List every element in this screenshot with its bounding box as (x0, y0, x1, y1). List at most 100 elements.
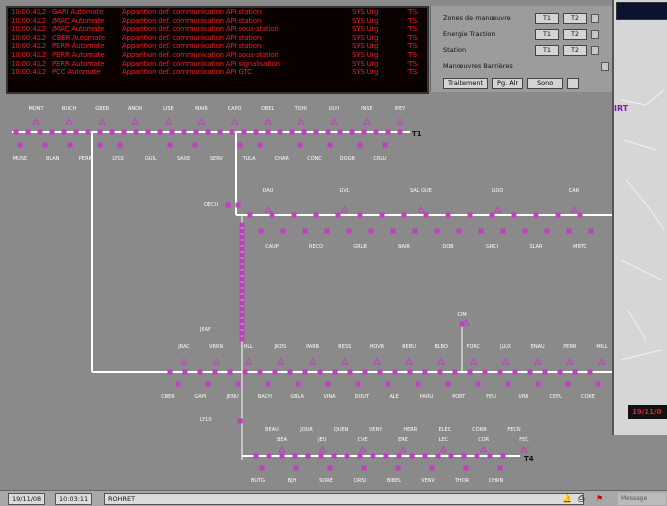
station-marker[interactable] (237, 418, 243, 424)
alarm-row[interactable]: 10:00:42 L2/MAC Automate Apparition def. c… (8, 17, 427, 26)
station-marker[interactable] (205, 381, 211, 387)
station-marker[interactable] (239, 318, 245, 324)
station-marker[interactable] (456, 228, 462, 234)
station-marker[interactable] (533, 212, 539, 218)
station-marker[interactable] (239, 312, 245, 318)
station-marker[interactable] (193, 129, 199, 135)
station-marker[interactable] (237, 142, 243, 148)
pg-alr-button[interactable]: Pg. Alr (492, 78, 524, 89)
station-marker[interactable] (229, 129, 235, 135)
station-marker[interactable] (467, 212, 473, 218)
station-marker[interactable] (241, 129, 247, 135)
station-marker[interactable] (239, 246, 245, 252)
station-marker[interactable] (175, 381, 181, 387)
station-marker[interactable] (349, 129, 355, 135)
station-marker[interactable] (379, 212, 385, 218)
station-marker[interactable] (409, 453, 415, 459)
station-marker[interactable] (239, 222, 245, 228)
station-marker[interactable] (497, 369, 503, 375)
station-marker[interactable] (49, 129, 55, 135)
signal-marker[interactable] (570, 206, 578, 213)
station-marker[interactable] (452, 369, 458, 375)
station-marker[interactable] (169, 129, 175, 135)
station-marker[interactable] (557, 369, 563, 375)
zones-t2-button[interactable]: T2 (563, 12, 587, 24)
station-marker[interactable] (302, 228, 308, 234)
traitement-button[interactable]: Traitement (443, 78, 489, 89)
signal-marker[interactable] (212, 358, 221, 365)
sono-button[interactable]: Sono (527, 78, 564, 89)
station-marker[interactable] (318, 453, 324, 459)
station-marker[interactable] (512, 369, 518, 375)
alarm-row[interactable]: 10:00:42 L2 PERR Automate Apparition def. c… (8, 60, 427, 69)
station-marker[interactable] (383, 453, 389, 459)
station-marker[interactable] (357, 142, 363, 148)
signal-marker[interactable] (340, 206, 349, 213)
station-marker[interactable] (291, 212, 297, 218)
station-marker[interactable] (117, 142, 123, 148)
station-marker[interactable] (258, 228, 264, 234)
signal-marker[interactable] (263, 118, 272, 125)
station-marker[interactable] (235, 202, 241, 208)
alarm-row[interactable]: 10:00:42 L2 PERR Automate Apparition def. c… (8, 51, 427, 60)
station-marker[interactable] (239, 264, 245, 270)
station-marker[interactable] (239, 240, 245, 246)
station-marker[interactable] (292, 453, 298, 459)
signal-marker[interactable] (373, 358, 381, 365)
station-marker[interactable] (253, 129, 259, 135)
station-marker[interactable] (401, 212, 407, 218)
station-marker[interactable] (505, 381, 511, 387)
station-marker[interactable] (182, 369, 188, 375)
station-t2-button[interactable]: T2 (563, 44, 587, 56)
station-marker[interactable] (265, 381, 271, 387)
station-marker[interactable] (497, 465, 503, 471)
station-marker[interactable] (192, 142, 198, 148)
station-marker[interactable] (280, 228, 286, 234)
station-marker[interactable] (325, 381, 331, 387)
alarm-list[interactable]: 10:00:42 L2 GARI Automate Apparition def. c… (6, 6, 429, 94)
station-marker[interactable] (239, 288, 245, 294)
station-marker[interactable] (257, 142, 263, 148)
station-marker[interactable] (217, 129, 223, 135)
signal-marker[interactable] (296, 118, 305, 125)
station-marker[interactable] (474, 453, 480, 459)
station-marker[interactable] (239, 336, 245, 342)
station-marker[interactable] (475, 381, 481, 387)
station-marker[interactable] (181, 129, 187, 135)
station-marker[interactable] (317, 369, 323, 375)
station-marker[interactable] (97, 129, 103, 135)
station-marker[interactable] (13, 129, 19, 135)
station-marker[interactable] (565, 381, 571, 387)
station-marker[interactable] (588, 228, 594, 234)
station-marker[interactable] (355, 381, 361, 387)
station-marker[interactable] (197, 369, 203, 375)
station-marker[interactable] (415, 381, 421, 387)
station-marker[interactable] (266, 453, 272, 459)
signal-marker[interactable] (396, 118, 404, 125)
station-marker[interactable] (239, 282, 245, 288)
signal-marker[interactable] (598, 358, 606, 365)
printer-icon[interactable]: ⎙ (578, 494, 588, 504)
station-marker[interactable] (337, 129, 343, 135)
station-marker[interactable] (145, 129, 151, 135)
alarm-row[interactable]: 10:00:42 L2 CBER Automate Apparition def. c… (8, 34, 427, 43)
station-marker[interactable] (277, 129, 283, 135)
station-marker[interactable] (133, 129, 139, 135)
signal-marker[interactable] (363, 118, 371, 125)
station-marker[interactable] (422, 369, 428, 375)
station-marker[interactable] (544, 228, 550, 234)
station-marker[interactable] (448, 453, 454, 459)
station-marker[interactable] (42, 142, 48, 148)
station-marker[interactable] (235, 381, 241, 387)
station-marker[interactable] (429, 465, 435, 471)
station-marker[interactable] (395, 465, 401, 471)
station-marker[interactable] (527, 369, 533, 375)
station-marker[interactable] (445, 212, 451, 218)
station-marker[interactable] (25, 129, 31, 135)
energie-t2-button[interactable]: T2 (563, 28, 587, 40)
ctrl-extra-button[interactable] (567, 78, 580, 89)
signal-marker[interactable] (329, 118, 338, 125)
station-marker[interactable] (373, 129, 379, 135)
station-marker[interactable] (327, 142, 333, 148)
station-marker[interactable] (265, 129, 271, 135)
